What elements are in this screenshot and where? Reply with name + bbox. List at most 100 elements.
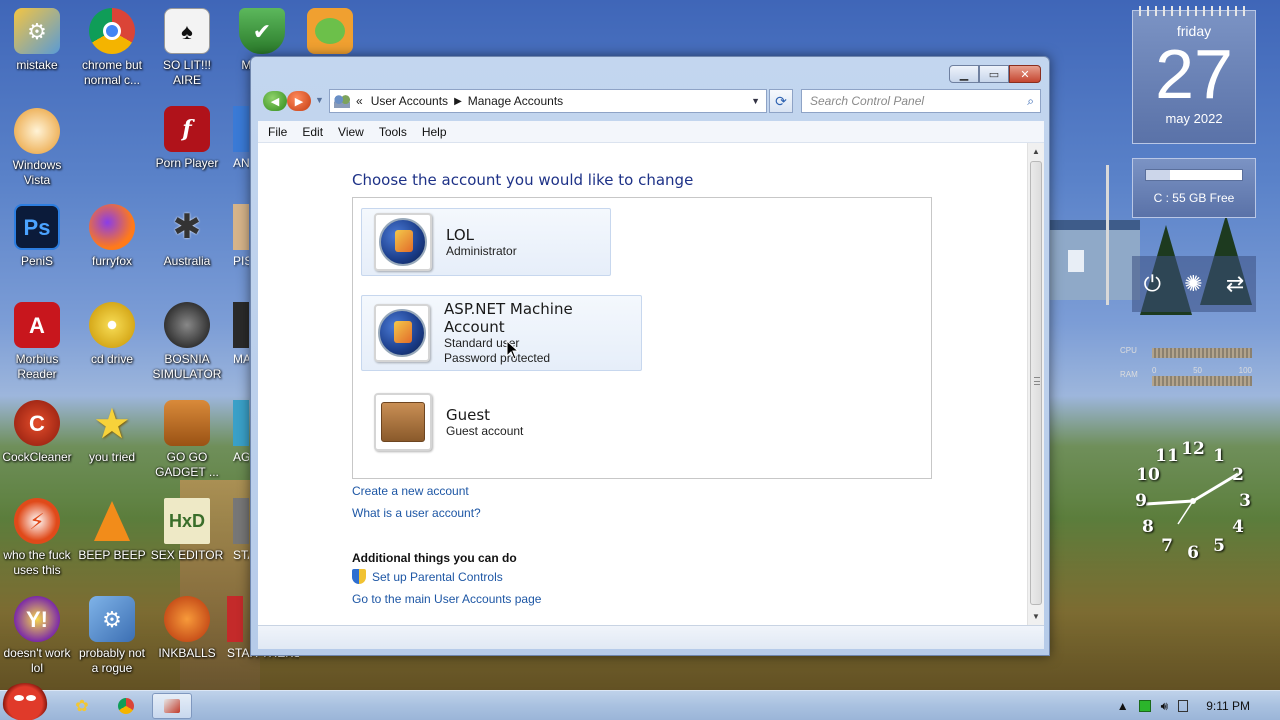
power-icon[interactable]: ⏻ bbox=[1144, 271, 1161, 297]
menu-view[interactable]: View bbox=[338, 125, 364, 139]
account-info: LOL Administrator bbox=[446, 226, 517, 259]
desktop-icon-mistake[interactable]: ⚙ mistake bbox=[0, 8, 74, 73]
desktop-icon-furryfox[interactable]: furryfox bbox=[75, 204, 149, 269]
desktop-icon-angry-birds[interactable] bbox=[300, 8, 360, 58]
inkball-icon bbox=[164, 596, 210, 642]
breadcrumb-separator-icon[interactable]: ▶ bbox=[454, 96, 462, 107]
battery-icon[interactable] bbox=[1178, 700, 1189, 712]
close-button[interactable]: ✕ bbox=[1009, 65, 1041, 83]
desktop-icon-australia[interactable]: ✱ Australia bbox=[150, 204, 224, 269]
show-hidden-icons-icon[interactable]: ▲ bbox=[1117, 699, 1129, 713]
create-account-link[interactable]: Create a new account bbox=[352, 484, 469, 498]
partial-icon bbox=[227, 596, 243, 642]
desktop-icon-partial[interactable]: AGO... CHIC... bbox=[233, 400, 249, 465]
scroll-thumb[interactable] bbox=[1030, 161, 1042, 605]
firefox-icon bbox=[89, 204, 135, 250]
desktop-icon-who-uses-this[interactable]: ⚡ who the fuck uses this bbox=[0, 498, 74, 578]
partial-icon bbox=[233, 498, 249, 544]
account-type: Administrator bbox=[446, 243, 517, 258]
desktop-icon-cd-drive[interactable]: cd drive bbox=[75, 302, 149, 367]
volume-icon[interactable]: 🔊︎ bbox=[1161, 699, 1169, 714]
taskbar-control-panel[interactable] bbox=[152, 693, 192, 719]
desktop-icon-morbius-reader[interactable]: A Morbius Reader bbox=[0, 302, 74, 382]
desktop-icon-you-tried[interactable]: ★ you tried bbox=[75, 400, 149, 465]
search-input[interactable]: Search Control Panel ⌕ bbox=[801, 89, 1041, 113]
chrome-icon bbox=[118, 698, 134, 714]
calendar-month: may 2022 bbox=[1165, 111, 1223, 126]
address-dropdown-icon[interactable]: ▼ bbox=[751, 96, 760, 106]
search-placeholder: Search Control Panel bbox=[810, 94, 925, 108]
desktop-icon-so-lit-aire[interactable]: ♠ SO LIT!!! AIRE bbox=[150, 8, 224, 88]
desktop-icon-cockcleaner[interactable]: C CockCleaner bbox=[0, 400, 74, 465]
network-icon[interactable] bbox=[1138, 700, 1151, 712]
account-picture bbox=[374, 213, 432, 271]
desktop-icon-bosnia-simulator[interactable]: BOSNIA SIMULATOR bbox=[150, 302, 224, 382]
desktop-icon-partial[interactable]: PIS... AVIA... bbox=[233, 204, 249, 269]
photoshop-icon: Ps bbox=[14, 204, 60, 250]
drive-usage-bar bbox=[1145, 169, 1243, 181]
settings-icon[interactable]: ✺ bbox=[1184, 271, 1202, 297]
scroll-up-icon[interactable]: ▲ bbox=[1028, 143, 1044, 160]
breadcrumb-manage-accounts[interactable]: Manage Accounts bbox=[468, 94, 563, 108]
scroll-down-icon[interactable]: ▼ bbox=[1028, 608, 1044, 625]
desktop-icon-chrome[interactable]: chrome but normal c... bbox=[75, 8, 149, 88]
minimize-button[interactable]: ▁ bbox=[949, 65, 979, 83]
vertical-scrollbar[interactable]: ▲ ▼ bbox=[1027, 143, 1044, 625]
drive-space-gadget[interactable]: C : 55 GB Free bbox=[1132, 158, 1256, 218]
user-accounts-window[interactable]: ▁ ▭ ✕ ◀ ▶ ▼ « User Accounts ▶ Manage Acc… bbox=[250, 56, 1050, 656]
clock-gadget[interactable]: 12 1 2 3 4 5 6 7 8 9 10 11 bbox=[1128, 436, 1258, 566]
menu-edit[interactable]: Edit bbox=[302, 125, 323, 139]
account-tile-lol[interactable]: LOL Administrator bbox=[361, 208, 611, 276]
desktop-icon-penis[interactable]: Ps PeniS bbox=[0, 204, 74, 269]
taskbar-explorer[interactable]: ✿ bbox=[62, 693, 102, 719]
calendar-gadget[interactable]: friday 27 may 2022 bbox=[1132, 6, 1256, 144]
desktop-icon-windows-vista[interactable]: Windows Vista bbox=[0, 108, 74, 188]
desktop-icon-porn-player[interactable]: f Porn Player bbox=[150, 106, 224, 171]
cpu-ram-meter-gadget: CPU RAM 0 50 100 bbox=[1118, 344, 1258, 392]
switch-icon[interactable]: ⇄ bbox=[1226, 271, 1244, 297]
clock-number: 6 bbox=[1187, 543, 1199, 563]
gears-icon: ⚙ bbox=[89, 596, 135, 642]
user-accounts-icon bbox=[334, 94, 350, 108]
account-tile-guest[interactable]: Guest Guest account bbox=[361, 388, 611, 456]
parental-controls-label: Set up Parental Controls bbox=[372, 570, 503, 584]
desktop-icon-not-a-rogue[interactable]: ⚙ probably not a rogue bbox=[75, 596, 149, 676]
partial-icon bbox=[233, 400, 249, 446]
cpu-label: CPU bbox=[1120, 346, 1137, 355]
start-button[interactable] bbox=[2, 683, 48, 720]
parental-controls-link[interactable]: Set up Parental Controls bbox=[352, 569, 503, 584]
what-is-user-account-link[interactable]: What is a user account? bbox=[352, 506, 481, 520]
recent-pages-dropdown[interactable]: ▼ bbox=[315, 95, 324, 105]
account-tile-aspnet[interactable]: ASP.NET Machine Account Standard user Pa… bbox=[361, 295, 642, 371]
spider-icon: ✱ bbox=[172, 207, 202, 246]
refresh-button[interactable]: ⟳ bbox=[769, 89, 793, 113]
desktop-icon-inkballs[interactable]: INKBALLS bbox=[150, 596, 224, 661]
menu-file[interactable]: File bbox=[268, 125, 287, 139]
menu-help[interactable]: Help bbox=[422, 125, 447, 139]
maximize-button[interactable]: ▭ bbox=[979, 65, 1009, 83]
desktop-icon-partial[interactable]: ANG... bbox=[233, 106, 249, 171]
address-overflow[interactable]: « bbox=[356, 94, 363, 108]
desktop-icon-sex-editor[interactable]: HxD SEX EDITOR bbox=[150, 498, 224, 563]
desktop-icon-partial[interactable]: MA... UN... bbox=[233, 302, 249, 367]
clock-time[interactable]: 9:11 PM bbox=[1206, 699, 1250, 713]
content-pane: Choose the account you would like to cha… bbox=[258, 143, 1044, 625]
desktop-icon-doesnt-work[interactable]: Y! doesn't work lol bbox=[0, 596, 74, 676]
solitaire-icon: ♠ bbox=[164, 8, 210, 54]
main-user-accounts-link[interactable]: Go to the main User Accounts page bbox=[352, 592, 541, 606]
ccleaner-icon: C bbox=[14, 400, 60, 446]
desktop-icon-go-go-gadget[interactable]: GO GO GADGET ... bbox=[150, 400, 224, 480]
back-button[interactable]: ◀ bbox=[263, 91, 287, 111]
desktop-icon-partial[interactable]: STA... C... bbox=[233, 498, 249, 563]
search-icon[interactable]: ⌕ bbox=[1027, 94, 1034, 109]
forward-button[interactable]: ▶ bbox=[287, 91, 311, 111]
status-bar bbox=[258, 625, 1044, 649]
address-bar[interactable]: « User Accounts ▶ Manage Accounts ▼ bbox=[329, 89, 767, 113]
taskbar-chrome[interactable] bbox=[106, 693, 146, 719]
breadcrumb-user-accounts[interactable]: User Accounts bbox=[371, 94, 448, 108]
account-picture bbox=[374, 304, 431, 362]
menu-tools[interactable]: Tools bbox=[379, 125, 407, 139]
system-tray: ▲ 🔊︎ 9:11 PM bbox=[1107, 691, 1274, 720]
clock-number: 11 bbox=[1155, 445, 1179, 466]
desktop-icon-beep-beep[interactable]: BEEP BEEP bbox=[75, 498, 149, 563]
